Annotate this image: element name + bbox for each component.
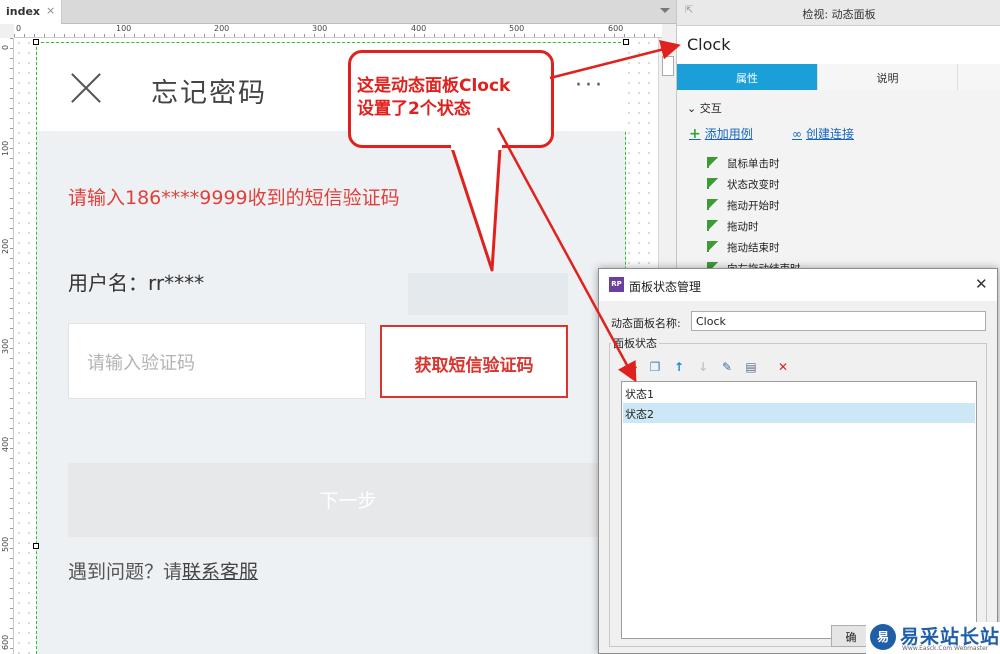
- tab-index[interactable]: index ×: [0, 0, 62, 24]
- username-label: 用户名：rr****: [68, 271, 205, 295]
- ruler-label: 0: [16, 24, 22, 33]
- callout-line-1: 这是动态面板Clock: [357, 76, 511, 96]
- widget-name-field[interactable]: Clock: [677, 26, 1000, 64]
- ruler-label: 200: [1, 238, 10, 254]
- tab-notes[interactable]: 说明: [817, 64, 957, 90]
- event-icon: [707, 157, 719, 168]
- event-label: 拖动开始时: [727, 200, 780, 212]
- move-up-icon[interactable]: ↑: [671, 359, 687, 375]
- add-case-label: 添加用例: [704, 127, 753, 141]
- duplicate-state-icon[interactable]: ❐: [647, 359, 663, 375]
- chevron-down-icon: ⌄: [687, 102, 700, 115]
- interactions-section[interactable]: ⌄ 交互: [687, 100, 722, 116]
- ruler-label: 300: [1, 338, 10, 354]
- get-sms-code-button[interactable]: 获取短信验证码: [380, 325, 568, 398]
- panel-states-group-title: 面板状态: [611, 335, 659, 351]
- dialog-titlebar: RP 面板状态管理 ✕: [599, 269, 997, 301]
- close-icon[interactable]: [69, 71, 103, 105]
- ruler-label: 0: [1, 44, 10, 50]
- ruler-label: 600: [1, 634, 10, 650]
- event-label: 拖动结束时: [727, 242, 780, 254]
- vertical-ruler: 0 100 200 300 400 500 600: [0, 38, 14, 654]
- axure-editor-window: index × 0 100 200 300 400 500 600 0 100 …: [0, 0, 1000, 654]
- watermark-subtext: Www.Easck.Com Webmaster: [902, 645, 989, 652]
- watermark: 易 易采站长站 Www.Easck.Com Webmaster: [866, 622, 1000, 654]
- contact-support-link[interactable]: 联系客服: [182, 561, 258, 583]
- delete-state-icon[interactable]: ✕: [775, 359, 791, 375]
- event-icon: [707, 199, 719, 210]
- link-icon: ∞: [792, 127, 802, 141]
- inspector-header: ⇱ 检视: 动态面板: [677, 0, 1000, 26]
- next-step-button[interactable]: 下一步: [68, 463, 628, 537]
- ok-button[interactable]: 确: [831, 625, 871, 647]
- selection-handle[interactable]: [33, 543, 39, 549]
- ruler-label: 100: [116, 24, 132, 33]
- dialog-body: 动态面板名称: Clock 面板状态 + ❐ ↑ ↓ ✎ ▤ ✕ 状态1 状态2: [599, 301, 997, 653]
- move-down-icon[interactable]: ↓: [695, 359, 711, 375]
- event-icon: [707, 241, 719, 252]
- plus-icon: +: [689, 126, 701, 142]
- panel-state-manager-dialog: RP 面板状态管理 ✕ 动态面板名称: Clock 面板状态 + ❐ ↑ ↓ ✎…: [598, 268, 998, 654]
- document-tab-bar: index ×: [0, 0, 676, 24]
- ruler-label: 400: [1, 436, 10, 452]
- edit-all-states-icon[interactable]: ▤: [743, 359, 759, 375]
- section-label: 交互: [699, 102, 722, 115]
- state-item-2[interactable]: 状态2: [623, 403, 975, 423]
- panel-name-label: 动态面板名称:: [611, 317, 681, 330]
- pin-icon[interactable]: ⇱: [685, 5, 693, 16]
- callout-line-2: 设置了2个状态: [357, 99, 471, 119]
- tab-label: index: [6, 5, 41, 18]
- event-label: 拖动时: [727, 221, 759, 233]
- inspector-title: 检视: 动态面板: [802, 8, 876, 21]
- panel-name-input[interactable]: Clock: [691, 311, 986, 331]
- dialog-title: 面板状态管理: [629, 280, 702, 294]
- help-text: 遇到问题？请联系客服: [68, 557, 258, 584]
- event-item[interactable]: 状态改变时: [707, 177, 780, 192]
- annotation-callout: 这是动态面板Clock 设置了2个状态: [348, 50, 554, 148]
- event-label: 状态改变时: [727, 179, 780, 191]
- event-item[interactable]: 拖动开始时: [707, 198, 780, 213]
- state-list: 状态1 状态2: [621, 381, 977, 639]
- close-icon[interactable]: ✕: [975, 275, 988, 293]
- verification-code-input[interactable]: 请输入验证码: [68, 323, 366, 399]
- event-icon: [707, 220, 719, 231]
- help-prefix: 遇到问题？请: [68, 561, 183, 583]
- event-label: 鼠标单击时: [727, 158, 780, 170]
- create-link-link[interactable]: ∞ 创建连接: [792, 125, 854, 142]
- tab-close-icon[interactable]: ×: [46, 4, 55, 17]
- tab-style[interactable]: [957, 64, 1000, 90]
- state-item-1[interactable]: 状态1: [623, 383, 975, 403]
- tab-properties[interactable]: 属性: [677, 64, 817, 90]
- event-icon: [707, 178, 719, 189]
- edit-state-icon[interactable]: ✎: [719, 359, 735, 375]
- event-item[interactable]: 拖动结束时: [707, 240, 780, 255]
- event-item[interactable]: 拖动时: [707, 219, 759, 234]
- ruler-label: 500: [1, 536, 10, 552]
- selection-handle[interactable]: [33, 39, 39, 45]
- ruler-label: 500: [509, 24, 525, 33]
- add-state-icon[interactable]: +: [625, 359, 641, 375]
- sms-hint-text: 请输入186****9999收到的短信验证码: [68, 187, 400, 209]
- selection-handle[interactable]: [623, 39, 629, 45]
- event-item[interactable]: 鼠标单击时: [707, 156, 780, 171]
- tab-dropdown-icon[interactable]: [660, 8, 670, 13]
- ruler-label: 300: [312, 24, 328, 33]
- ruler-label: 600: [608, 24, 624, 33]
- horizontal-ruler: 0 100 200 300 400 500 600: [14, 24, 662, 38]
- ruler-label: 200: [214, 24, 230, 33]
- inspector-tabs: 属性 说明: [677, 64, 1000, 90]
- dynamic-panel-clock[interactable]: [408, 273, 568, 315]
- ruler-label: 400: [411, 24, 427, 33]
- ruler-label: 100: [1, 140, 10, 156]
- axure-rp-icon: RP: [609, 277, 624, 292]
- page-title: 忘记密码: [151, 78, 267, 109]
- watermark-logo: 易: [870, 624, 896, 650]
- add-case-link[interactable]: + 添加用例: [689, 125, 753, 142]
- more-icon[interactable]: ···: [575, 73, 605, 98]
- create-link-label: 创建连接: [806, 127, 855, 141]
- scrollbar-thumb[interactable]: [662, 56, 674, 76]
